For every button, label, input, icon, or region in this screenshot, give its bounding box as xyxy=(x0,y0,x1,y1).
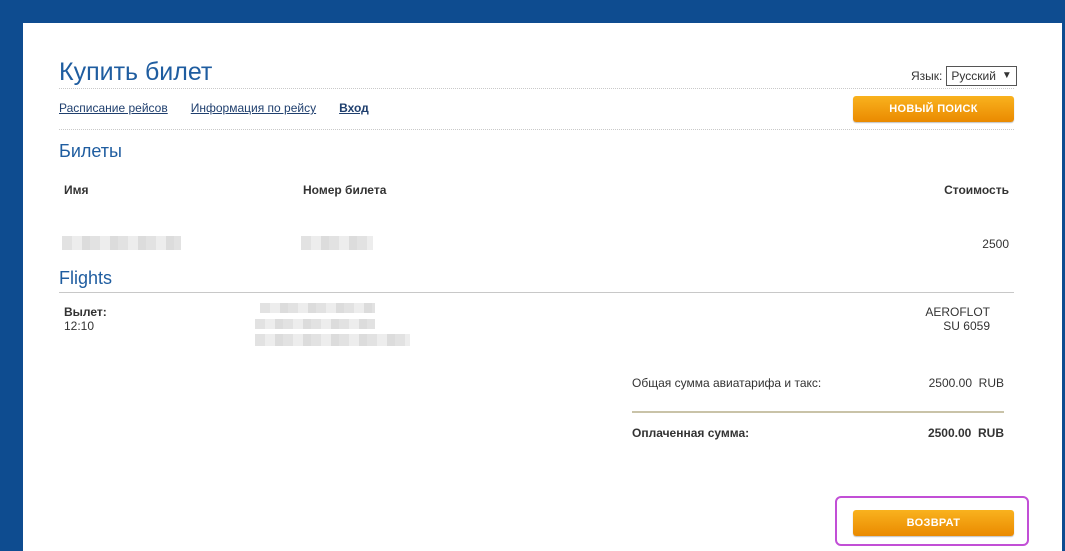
redacted-route-line xyxy=(260,303,375,313)
language-dropdown[interactable]: Русский ▼ xyxy=(946,66,1017,86)
language-selector: Язык: Русский ▼ xyxy=(911,66,1017,86)
divider xyxy=(59,292,1014,293)
redacted-ticket-number xyxy=(301,236,373,250)
nav-link-flight-info[interactable]: Информация по рейсу xyxy=(191,101,316,115)
column-header-ticket-number: Номер билета xyxy=(303,183,387,197)
flight-number: SU 6059 xyxy=(943,319,990,333)
departure-time: 12:10 xyxy=(64,319,95,333)
flights-section-title: Flights xyxy=(59,268,113,288)
language-label: Язык: xyxy=(911,69,943,83)
page-title: Купить билет xyxy=(59,58,213,86)
language-value: Русский xyxy=(951,69,996,83)
redacted-route-line xyxy=(255,319,375,329)
chevron-down-icon: ▼ xyxy=(1001,70,1012,81)
fare-total-row: Общая сумма авиатарифа и такс: 2500.00 R… xyxy=(632,376,1004,390)
nav-link-login[interactable]: Вход xyxy=(339,101,369,115)
paid-total-row: Оплаченная сумма: 2500.00 RUB xyxy=(632,426,1004,440)
tickets-section-title: Билеты xyxy=(59,141,122,161)
ticket-price: 2500 xyxy=(982,237,1009,251)
column-header-price: Стоимость xyxy=(944,183,1009,197)
divider xyxy=(59,129,1014,130)
departure-info: Вылет: 12:10 xyxy=(64,305,107,333)
divider xyxy=(632,411,1004,413)
column-header-name: Имя xyxy=(64,183,89,197)
main-panel: Купить билет Язык: Русский ▼ Расписание … xyxy=(23,23,1062,551)
redacted-route-line xyxy=(255,334,410,346)
refund-button[interactable]: ВОЗВРАТ xyxy=(853,510,1014,536)
departure-label: Вылет: xyxy=(64,305,107,319)
airline-info: AEROFLOT SU 6059 xyxy=(903,305,990,333)
fare-total-value: 2500.00 RUB xyxy=(928,376,1004,390)
airline-name: AEROFLOT xyxy=(925,305,990,319)
new-search-button[interactable]: НОВЫЙ ПОИСК xyxy=(853,96,1014,122)
paid-total-label: Оплаченная сумма: xyxy=(632,426,750,440)
fare-total-label: Общая сумма авиатарифа и такс: xyxy=(632,376,822,390)
nav-link-schedule[interactable]: Расписание рейсов xyxy=(59,101,168,115)
divider xyxy=(59,88,1014,89)
nav-links: Расписание рейсов Информация по рейсу Вх… xyxy=(59,101,392,115)
paid-total-value: 2500.00 RUB xyxy=(927,426,1004,440)
redacted-passenger-name xyxy=(62,236,181,250)
